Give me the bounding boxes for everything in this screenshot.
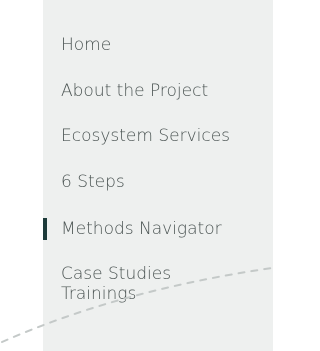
nav-item-trainings[interactable]: Trainings (61, 282, 136, 306)
active-item-marker (43, 218, 47, 240)
nav-item-about-the-project[interactable]: About the Project (61, 79, 208, 103)
nav-item-methods-navigator[interactable]: Methods Navigator (61, 217, 222, 241)
nav-item-6-steps[interactable]: 6 Steps (61, 170, 125, 194)
nav-item-ecosystem-services[interactable]: Ecosystem Services (61, 124, 230, 148)
nav-item-home[interactable]: Home (61, 33, 111, 57)
